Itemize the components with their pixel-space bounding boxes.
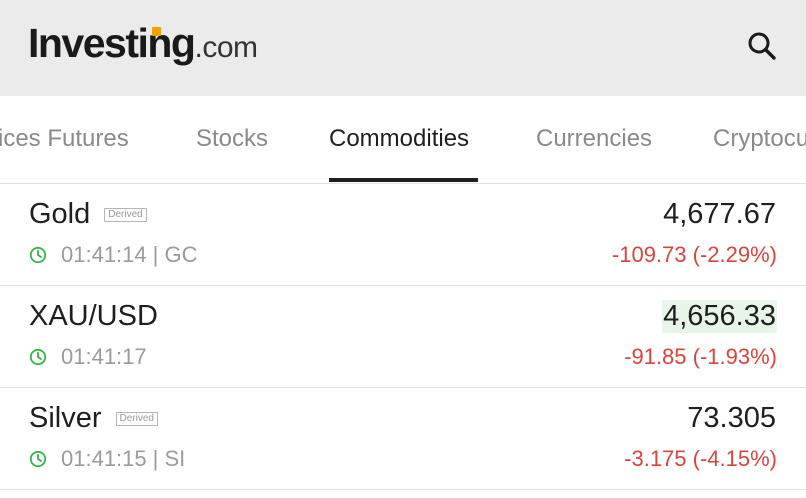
instrument-name: XAU/USD [29,300,158,332]
clock-icon [29,348,47,366]
instrument-meta: 01:41:15 | SI [29,446,185,472]
app-header: Investing .com [0,0,806,96]
instrument-name-row: Gold Derived [29,198,147,231]
update-time: 01:41:14 [61,242,147,267]
price-change: -109.73 (-2.29%) [611,242,777,267]
search-button[interactable] [744,28,780,64]
tab-cryptocurrency[interactable]: Cryptocu [713,96,806,183]
clock-icon [29,450,47,468]
derived-badge: Derived [115,411,158,426]
derived-badge: Derived [104,207,147,222]
clock-icon [29,246,47,264]
category-tabs: ices Futures Stocks Commodities Currenci… [0,96,806,184]
last-price: 4,677.67 [663,198,776,230]
price-change: -3.175 (-4.15%) [624,446,777,471]
active-tab-indicator [329,178,478,182]
instrument-meta: 01:41:17 [29,344,147,370]
instrument-meta: 01:41:14 | GC [29,242,197,268]
logo-domain-text: .com [194,31,258,64]
instrument-list: Gold Derived 01:41:14 | GC 4,677.67 -109… [0,184,806,490]
last-price: 73.305 [687,402,776,434]
logo-accent-dot [152,27,161,36]
list-item-xau-usd[interactable]: XAU/USD 01:41:17 4,656.33 -91.85 (-1.93%… [0,286,806,388]
logo-main-text: Investing [28,20,196,66]
update-time: 01:41:15 [61,446,147,471]
search-icon [748,32,776,60]
instrument-symbol: | GC [152,242,198,267]
price-change: -91.85 (-1.93%) [624,344,777,369]
instrument-name: Gold [29,198,91,230]
last-price: 4,656.33 [662,300,777,333]
tab-currencies[interactable]: Currencies [536,96,652,183]
list-item-silver[interactable]: Silver Derived 01:41:15 | SI 73.305 -3.1… [0,388,806,490]
tab-indices-futures[interactable]: ices Futures [0,96,129,183]
investing-logo[interactable]: Investing .com [28,20,258,72]
list-item-gold[interactable]: Gold Derived 01:41:14 | GC 4,677.67 -109… [0,184,806,286]
instrument-name-row: XAU/USD [29,300,158,333]
instrument-name-row: Silver Derived [29,402,158,435]
update-time: 01:41:17 [61,344,147,369]
tab-stocks[interactable]: Stocks [196,96,268,183]
tab-commodities[interactable]: Commodities [329,96,469,183]
instrument-name: Silver [29,402,102,434]
instrument-symbol: | SI [152,446,186,471]
